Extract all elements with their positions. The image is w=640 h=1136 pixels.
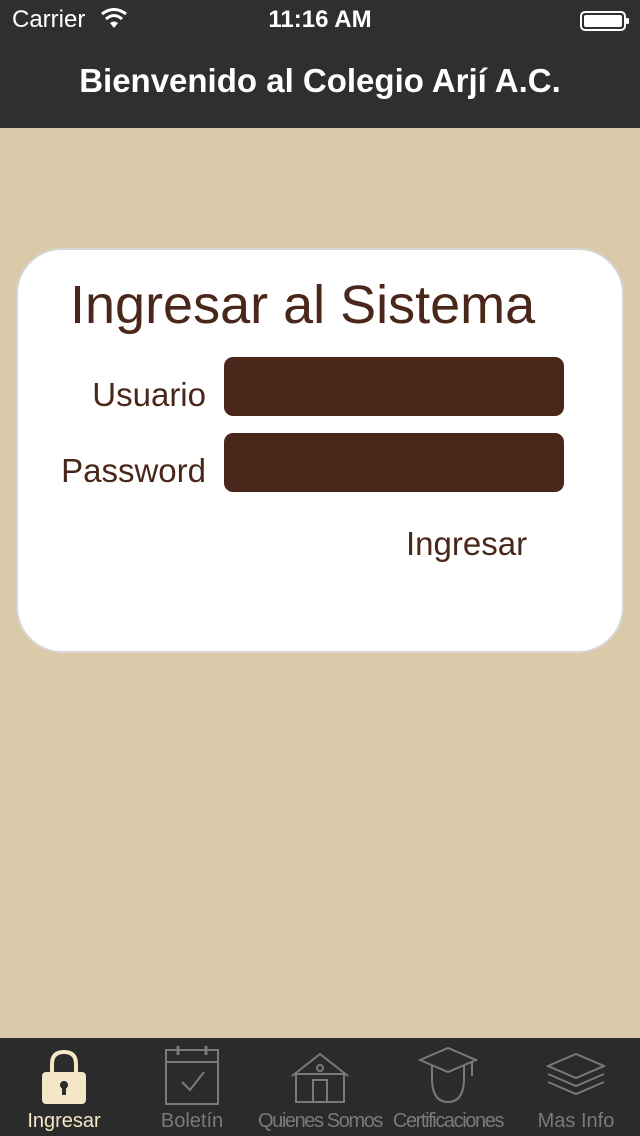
tab-quienes-somos[interactable]: Quienes Somos xyxy=(256,1038,384,1136)
tab-label: Quienes Somos xyxy=(257,1110,384,1132)
login-title: Ingresar al Sistema xyxy=(70,275,536,335)
tab-boletin[interactable]: Boletín xyxy=(128,1038,256,1136)
tab-mas-info[interactable]: Mas Info xyxy=(512,1038,640,1136)
login-card: Ingresar al Sistema Usuario Password Ing… xyxy=(16,248,624,653)
username-input[interactable] xyxy=(224,357,564,416)
password-input[interactable] xyxy=(224,433,564,492)
calendar-check-icon xyxy=(165,1046,219,1105)
graduate-icon xyxy=(418,1046,478,1104)
tab-ingresar[interactable]: Ingresar xyxy=(0,1038,128,1136)
username-label: Usuario xyxy=(92,376,206,413)
school-building-icon xyxy=(291,1052,349,1103)
nav-title: Bienvenido al Colegio Arjí A.C. xyxy=(79,62,561,99)
login-button[interactable]: Ingresar xyxy=(406,525,527,563)
tab-label: Ingresar xyxy=(27,1110,101,1132)
password-label: Password xyxy=(61,452,206,489)
tab-label: Certificaciones xyxy=(392,1110,505,1132)
lock-icon xyxy=(42,1049,86,1104)
tab-bar: Ingresar Boletín Quienes Somos Certifica… xyxy=(0,1038,640,1136)
status-bar: Carrier 11:16 AM xyxy=(0,0,640,40)
battery-icon xyxy=(580,11,629,31)
status-time: 11:16 AM xyxy=(268,6,372,33)
tab-label: Mas Info xyxy=(537,1110,615,1132)
tab-certificaciones[interactable]: Certificaciones xyxy=(384,1038,512,1136)
layers-icon xyxy=(546,1052,606,1096)
top-bar: Carrier 11:16 AM Bienvenido al Colegio A… xyxy=(0,0,640,128)
tab-label: Boletín xyxy=(160,1110,224,1132)
